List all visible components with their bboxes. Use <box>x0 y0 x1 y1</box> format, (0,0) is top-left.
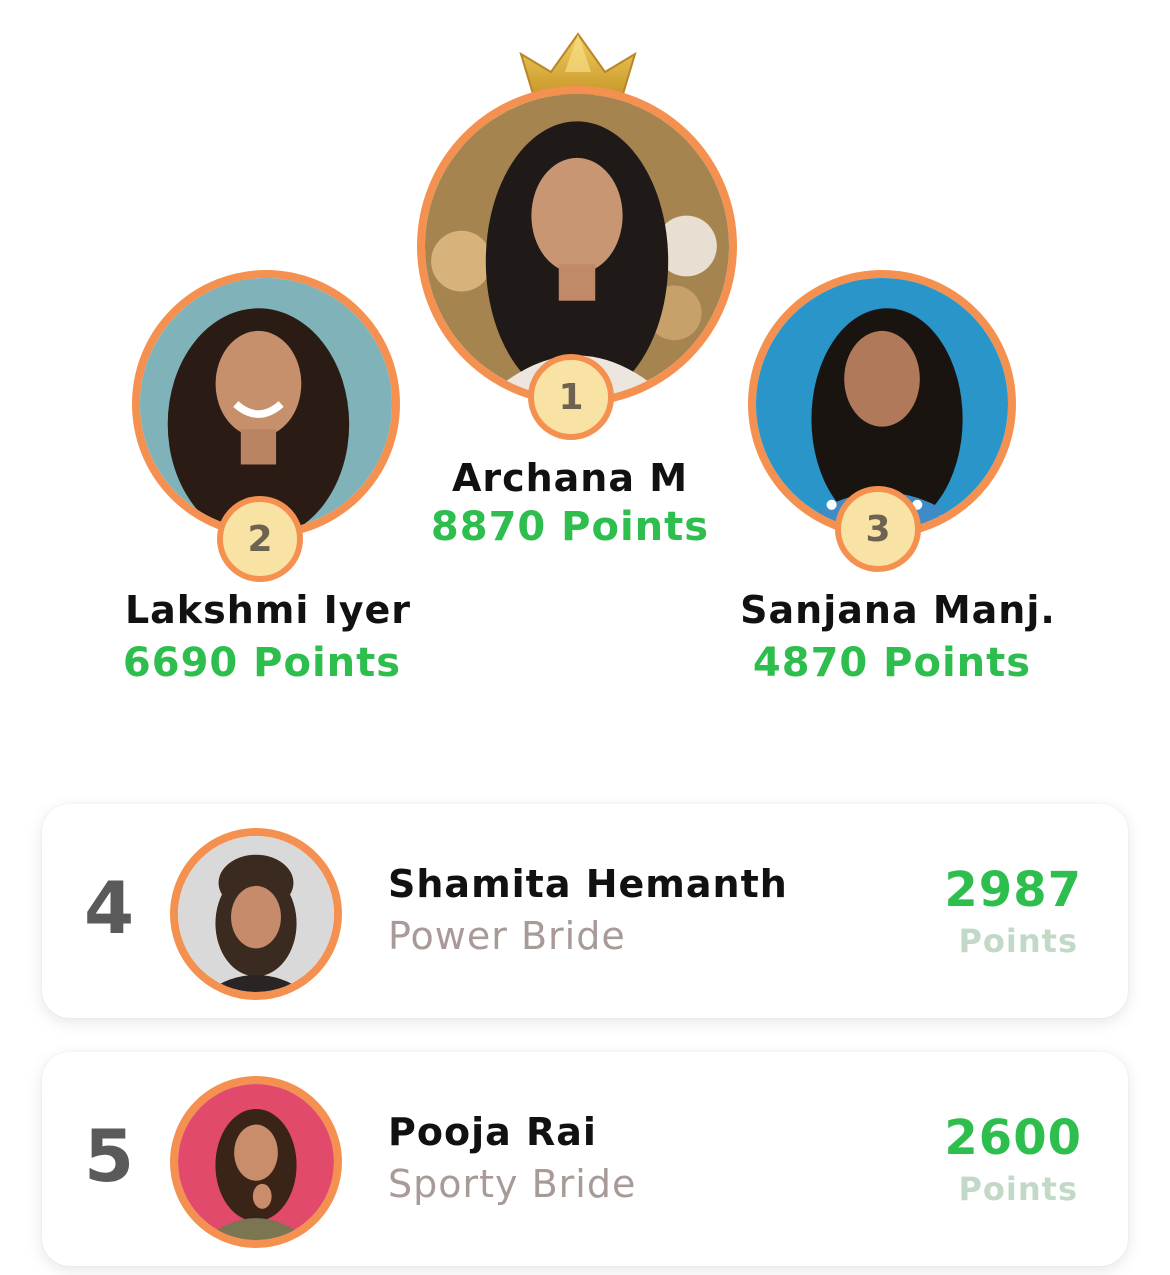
row-points: 2600 <box>944 1110 1082 1166</box>
avatar-photo <box>425 94 729 398</box>
avatar-photo <box>140 278 392 530</box>
row-title: Power Bride <box>388 914 626 958</box>
rank-badge-3: 3 <box>835 486 921 572</box>
leaderboard-row-rank-5[interactable]: 5 Pooja Rai Sporty Bride 2600 Points <box>42 1052 1128 1266</box>
avatar[interactable] <box>170 1076 342 1248</box>
row-points-label: Points <box>958 1170 1078 1208</box>
row-name: Shamita Hemanth <box>388 862 788 906</box>
avatar-photo <box>178 1084 334 1240</box>
podium-name-rank-2: Lakshmi Iyer <box>124 588 412 632</box>
podium-points-rank-2: 6690 Points <box>122 640 402 686</box>
rank-badge-1: 1 <box>528 354 614 440</box>
row-rank-number: 4 <box>83 866 135 950</box>
avatar[interactable] <box>170 828 342 1000</box>
row-points: 2987 <box>944 862 1082 918</box>
podium-name-rank-1: Archana M <box>451 456 689 500</box>
leaderboard: 1 Archana M 8870 Points 2 Lakshmi Iyer 6… <box>0 0 1170 1275</box>
leaderboard-row-rank-4[interactable]: 4 Shamita Hemanth Power Bride 2987 Point… <box>42 804 1128 1018</box>
podium-points-rank-1: 8870 Points <box>430 504 710 550</box>
row-points-label: Points <box>958 922 1078 960</box>
avatar-photo <box>178 836 334 992</box>
podium-name-rank-3: Sanjana Manj. <box>740 588 1056 632</box>
row-rank-number: 5 <box>83 1114 135 1198</box>
row-name: Pooja Rai <box>388 1110 597 1154</box>
podium-points-rank-3: 4870 Points <box>752 640 1032 686</box>
row-title: Sporty Bride <box>388 1162 637 1206</box>
rank-badge-2: 2 <box>217 496 303 582</box>
